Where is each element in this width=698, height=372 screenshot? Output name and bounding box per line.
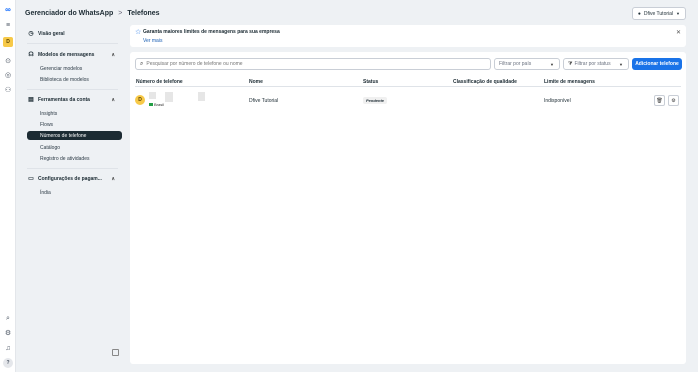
chat-icon: ☊ [28, 52, 34, 58]
row-limit: Indisponível [544, 98, 571, 104]
chevron-up-icon: ∧ [111, 96, 115, 103]
filter-country-select[interactable]: Filtrar por país ▼ [494, 58, 560, 70]
sidebar-item-activity-log[interactable]: Registro de atividades [27, 154, 122, 163]
search-input[interactable] [146, 61, 467, 67]
country-label: Brasil [154, 102, 165, 107]
banner-title: Garanta maiores limites de mensagens par… [143, 29, 280, 35]
column-header-limit[interactable]: Limite de mensagens [544, 79, 595, 85]
country-tag: Brasil [149, 102, 164, 107]
redacted-number [149, 92, 156, 99]
sidebar-item-india[interactable]: Índia [27, 188, 122, 197]
users-icon[interactable]: ⚇ [3, 85, 13, 95]
column-header-quality[interactable]: Classificação de qualidade [453, 79, 517, 85]
sidebar-item-phone-numbers[interactable]: Números de telefone [27, 131, 122, 140]
search-box[interactable]: ⌕ [135, 58, 491, 70]
sidebar: ◷ Visão geral ☊ Modelos de mensagens ∧ G… [23, 26, 126, 364]
help-icon[interactable]: ? [3, 358, 13, 368]
bell-icon[interactable]: ♫ [3, 343, 13, 353]
sidebar-section-tools[interactable]: ▤ Ferramentas da conta ∧ [27, 95, 122, 104]
row-name: Dfive Tutorial [249, 98, 279, 104]
account-selector[interactable]: ● Dfive Tutorial ▼ [631, 7, 686, 20]
search-icon: ⌕ [140, 60, 144, 67]
divider [27, 89, 118, 90]
account-name: Dfive Tutorial [643, 10, 674, 17]
delete-icon[interactable]: 🗑 [654, 95, 665, 106]
collapse-sidebar-icon[interactable] [112, 349, 119, 356]
column-header-name[interactable]: Nome [249, 79, 263, 85]
breadcrumb-separator: > [118, 9, 123, 17]
divider [27, 168, 118, 169]
home-icon[interactable]: ⊙ [3, 56, 13, 66]
megaphone-icon[interactable]: ◎ [3, 70, 13, 80]
avatar[interactable]: D [3, 37, 13, 47]
sidebar-item-overview[interactable]: ◷ Visão geral [27, 29, 122, 38]
sidebar-item-insights[interactable]: Insights [27, 109, 122, 118]
filter-status-label: Filtrar por status [574, 61, 611, 67]
brazil-flag-icon [149, 103, 153, 106]
caret-down-icon: ▼ [550, 61, 554, 67]
gear-icon[interactable]: ⚙ [3, 328, 13, 338]
gear-icon[interactable]: ⚙ [668, 95, 679, 106]
star-icon: ☆ [135, 29, 142, 36]
column-header-status[interactable]: Status [363, 79, 378, 85]
breadcrumb-root[interactable]: Gerenciador do WhatsApp [25, 10, 113, 17]
header-divider [135, 86, 681, 87]
chevron-down-icon: ▼ [676, 11, 680, 16]
sidebar-item-catalog[interactable]: Catálogo [27, 143, 122, 152]
icon-rail: ∞ ≡ D ⊙ ◎ ⚇ ⌕ ⚙ ♫ ? [0, 0, 16, 372]
whatsapp-icon: ● [637, 10, 641, 17]
top-bar: Gerenciador do WhatsApp > Telefones [16, 0, 698, 26]
close-icon[interactable]: ✕ [676, 29, 681, 36]
row-avatar: D [135, 95, 145, 105]
divider [27, 43, 118, 44]
search-icon[interactable]: ⌕ [3, 314, 13, 324]
phone-numbers-panel: ⌕ Filtrar por país ▼ ⧩ Filtrar por statu… [130, 52, 686, 364]
page-title: Telefones [127, 9, 160, 17]
sidebar-section-templates[interactable]: ☊ Modelos de mensagens ∧ [27, 50, 122, 59]
status-badge: Pendente [363, 97, 388, 104]
caret-down-icon: ▼ [619, 61, 623, 67]
filter-status-select[interactable]: ⧩ Filtrar por status ▼ [563, 58, 629, 70]
sidebar-section-label: Ferramentas da conta [38, 96, 90, 103]
sidebar-item-manage-templates[interactable]: Gerenciar modelos [27, 64, 122, 73]
credit-card-icon: ▭ [28, 176, 34, 182]
filter-country-label: Filtrar por país [499, 61, 532, 67]
banner-link[interactable]: Ver mais [143, 38, 162, 44]
sidebar-item-template-library[interactable]: Biblioteca de modelos [27, 75, 122, 84]
sidebar-section-label: Modelos de mensagens [38, 51, 95, 58]
chevron-up-icon: ∧ [111, 51, 115, 58]
meta-logo-icon[interactable]: ∞ [3, 4, 13, 14]
clock-icon: ◷ [28, 31, 34, 37]
briefcase-icon: ▤ [28, 97, 34, 103]
redacted-number [165, 92, 173, 102]
column-header-phone[interactable]: Número de telefone [136, 79, 183, 85]
sidebar-item-flows[interactable]: Flows [27, 120, 122, 129]
messaging-limit-banner: ☆ Garanta maiores limites de mensagens p… [130, 25, 686, 47]
redacted-number [198, 92, 205, 101]
sidebar-section-payments[interactable]: ▭ Configurações de pagam... ∧ [27, 174, 122, 183]
sidebar-section-label: Configurações de pagam... [38, 175, 102, 182]
add-phone-button[interactable]: Adicionar telefone [632, 58, 682, 70]
menu-icon[interactable]: ≡ [3, 20, 13, 30]
chevron-up-icon: ∧ [111, 175, 115, 182]
filter-icon: ⧩ [568, 61, 573, 67]
sidebar-item-label: Visão geral [38, 30, 65, 37]
